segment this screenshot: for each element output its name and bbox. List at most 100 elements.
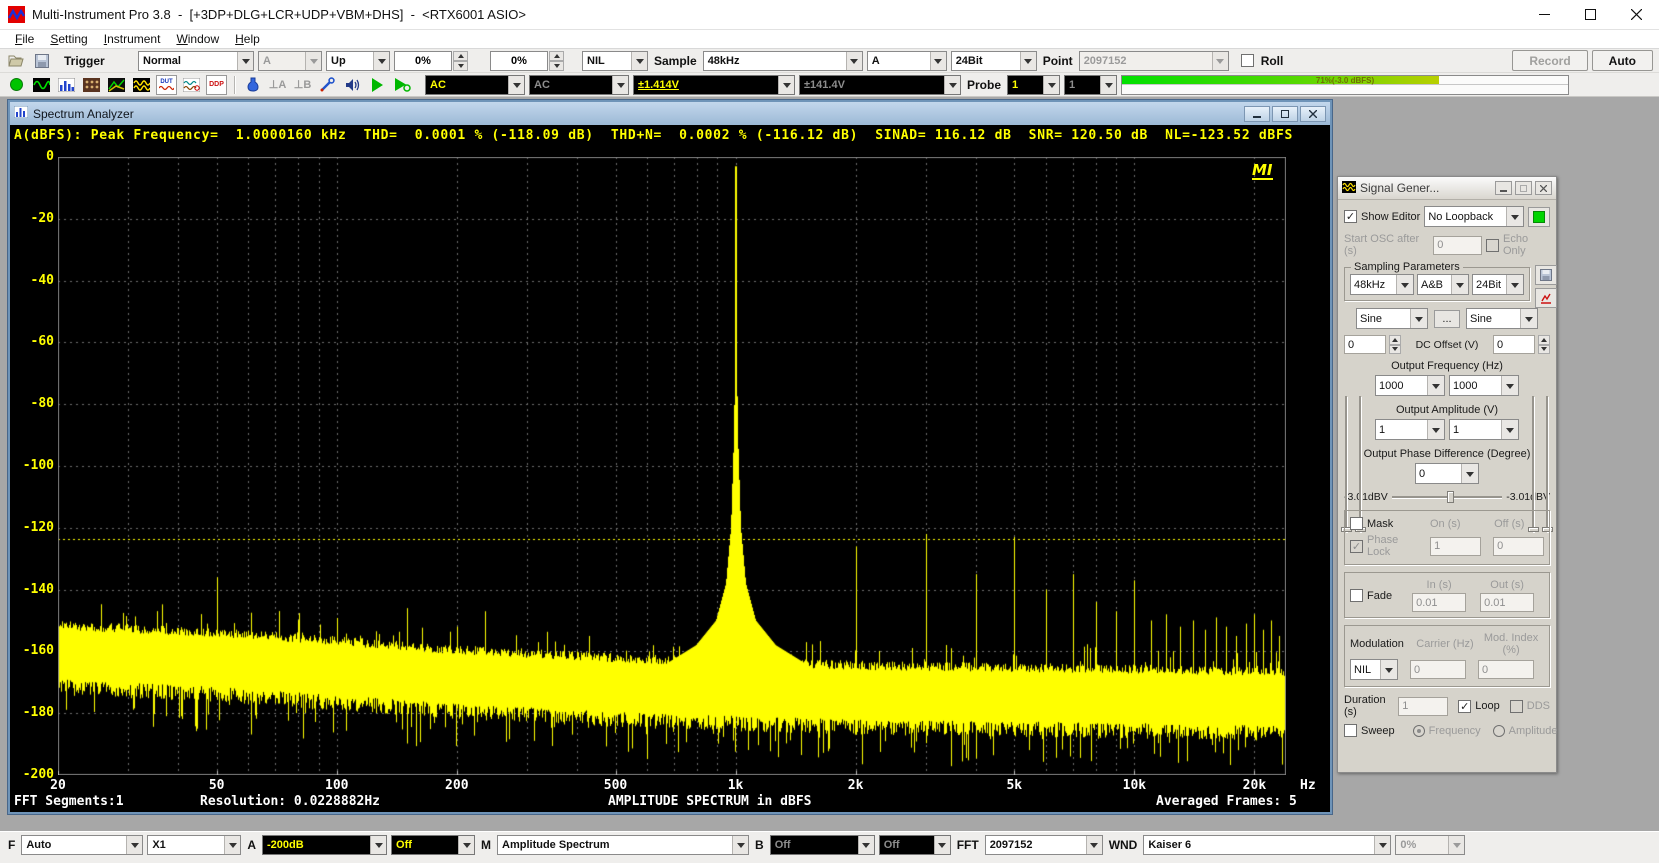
- chevron-down-icon[interactable]: [1410, 309, 1427, 328]
- loopback-select[interactable]: No Loopback: [1424, 206, 1524, 227]
- chevron-down-icon[interactable]: [508, 76, 524, 94]
- run-loop-icon[interactable]: [392, 75, 413, 95]
- mask-checkbox[interactable]: [1350, 517, 1363, 530]
- chevron-down-icon[interactable]: [1086, 836, 1102, 854]
- ddp-viewer-icon[interactable]: DDP: [206, 75, 227, 95]
- multimeter-icon[interactable]: [6, 75, 27, 95]
- chevron-down-icon[interactable]: [1380, 660, 1397, 679]
- menu-instrument[interactable]: Instrument: [97, 31, 168, 47]
- chevron-down-icon[interactable]: [1501, 376, 1518, 395]
- chevron-down-icon[interactable]: [237, 52, 253, 70]
- maximize-icon[interactable]: [1515, 181, 1532, 195]
- save-signal-icon[interactable]: [1535, 265, 1557, 285]
- chevron-down-icon[interactable]: [1374, 836, 1390, 854]
- offset-a-select[interactable]: Off: [391, 835, 475, 855]
- sample-bits-select[interactable]: 24Bit: [951, 51, 1037, 71]
- sample-rate-select[interactable]: 48kHz: [703, 51, 863, 71]
- window-function-select[interactable]: Kaiser 6: [1143, 835, 1391, 855]
- chevron-down-icon[interactable]: [1043, 76, 1059, 94]
- dc-offset-b-input[interactable]: 0: [1493, 335, 1535, 354]
- open-file-icon[interactable]: [6, 51, 27, 71]
- chevron-down-icon[interactable]: [224, 836, 240, 854]
- calibration-icon[interactable]: [242, 75, 263, 95]
- chevron-down-icon[interactable]: [1506, 207, 1523, 226]
- chevron-down-icon[interactable]: [1020, 52, 1036, 70]
- sweep-checkbox[interactable]: [1344, 724, 1357, 737]
- menu-file[interactable]: File: [8, 31, 41, 47]
- phase-difference-select[interactable]: 0: [1415, 463, 1479, 484]
- frequency-a-select[interactable]: 1000: [1375, 375, 1445, 396]
- roll-checkbox-row[interactable]: Roll: [1241, 54, 1286, 68]
- sound-device-icon[interactable]: [342, 75, 363, 95]
- close-icon[interactable]: [1613, 0, 1659, 29]
- spin-down-icon[interactable]: [1389, 345, 1401, 355]
- probe-calibration-icon[interactable]: [317, 75, 338, 95]
- fade-checkbox[interactable]: [1350, 589, 1363, 602]
- generator-on-button[interactable]: [1528, 207, 1550, 227]
- chevron-down-icon[interactable]: [1461, 464, 1478, 483]
- slider-thumb[interactable]: [1447, 491, 1454, 503]
- spectrum-3d-plot-icon[interactable]: [81, 75, 102, 95]
- amplitude-b-select[interactable]: 1: [1449, 419, 1519, 440]
- chevron-down-icon[interactable]: [1451, 275, 1468, 294]
- trigger-mode-select[interactable]: Normal: [138, 51, 254, 71]
- chevron-down-icon[interactable]: [1396, 275, 1413, 294]
- trigger-edge-select[interactable]: Up: [326, 51, 390, 71]
- minimize-icon[interactable]: [1495, 181, 1512, 195]
- chevron-down-icon[interactable]: [930, 52, 946, 70]
- chevron-down-icon[interactable]: [126, 836, 142, 854]
- chevron-down-icon[interactable]: [631, 52, 647, 70]
- spin-up-icon[interactable]: [453, 51, 468, 61]
- device-test-plan-icon[interactable]: DUT: [156, 75, 177, 95]
- trigger-hpf-select[interactable]: NIL: [582, 51, 648, 71]
- range-a-display-select[interactable]: -200dB: [262, 835, 387, 855]
- spin-up-icon[interactable]: [549, 51, 564, 61]
- signal-generator-icon[interactable]: [131, 75, 152, 95]
- chevron-down-icon[interactable]: [373, 52, 389, 70]
- spectrum-analyzer-titlebar[interactable]: Spectrum Analyzer: [10, 102, 1330, 125]
- modulation-select[interactable]: NIL: [1350, 659, 1398, 680]
- waveform-more-button[interactable]: ...: [1434, 310, 1460, 328]
- trigger-level-spinner[interactable]: 0%: [394, 51, 468, 71]
- spectrum-analyzer-icon[interactable]: [56, 75, 77, 95]
- derived-data-point-icon[interactable]: [181, 75, 202, 95]
- menu-window[interactable]: Window: [169, 31, 226, 47]
- minimize-icon[interactable]: [1521, 0, 1567, 29]
- generator-sample-rate-select[interactable]: 48kHz: [1350, 274, 1414, 295]
- dc-offset-b-spinner[interactable]: [1538, 335, 1550, 354]
- minimize-icon[interactable]: [1244, 106, 1270, 122]
- menu-setting[interactable]: Setting: [43, 31, 94, 47]
- close-icon[interactable]: [1535, 181, 1552, 195]
- chevron-down-icon[interactable]: [370, 836, 386, 854]
- auto-button[interactable]: Auto: [1592, 50, 1653, 71]
- sample-channel-select[interactable]: A: [867, 51, 947, 71]
- roll-checkbox[interactable]: [1241, 54, 1254, 67]
- balance-slider[interactable]: [1392, 490, 1502, 504]
- loop-checkbox[interactable]: [1458, 700, 1471, 713]
- chevron-down-icon[interactable]: [778, 76, 794, 94]
- trigger-delay-spinner[interactable]: 0%: [490, 51, 564, 71]
- probe-a-select[interactable]: 1: [1007, 75, 1060, 95]
- coupling-a-select[interactable]: AC: [425, 75, 525, 95]
- spin-down-icon[interactable]: [1538, 345, 1550, 355]
- chevron-down-icon[interactable]: [1506, 275, 1523, 294]
- spin-up-icon[interactable]: [1389, 335, 1401, 345]
- chevron-down-icon[interactable]: [1520, 309, 1537, 328]
- maximize-icon[interactable]: [1272, 106, 1298, 122]
- spin-up-icon[interactable]: [1538, 335, 1550, 345]
- chevron-down-icon[interactable]: [458, 836, 474, 854]
- chevron-down-icon[interactable]: [846, 52, 862, 70]
- waveform-b-select[interactable]: Sine: [1466, 308, 1538, 329]
- oscilloscope-icon[interactable]: [31, 75, 52, 95]
- signal-generator-titlebar[interactable]: Signal Gener...: [1338, 177, 1556, 200]
- spectrum-plot[interactable]: [58, 157, 1286, 775]
- dc-offset-a-input[interactable]: 0: [1344, 335, 1386, 354]
- chevron-down-icon[interactable]: [732, 836, 748, 854]
- frequency-axis-select[interactable]: Auto: [21, 835, 143, 855]
- zoom-select[interactable]: X1: [147, 835, 241, 855]
- spin-down-icon[interactable]: [549, 61, 564, 71]
- dc-offset-a-spinner[interactable]: [1389, 335, 1401, 354]
- spectrum-mode-select[interactable]: Amplitude Spectrum: [497, 835, 749, 855]
- chevron-down-icon[interactable]: [1427, 420, 1444, 439]
- save-file-icon[interactable]: [31, 51, 52, 71]
